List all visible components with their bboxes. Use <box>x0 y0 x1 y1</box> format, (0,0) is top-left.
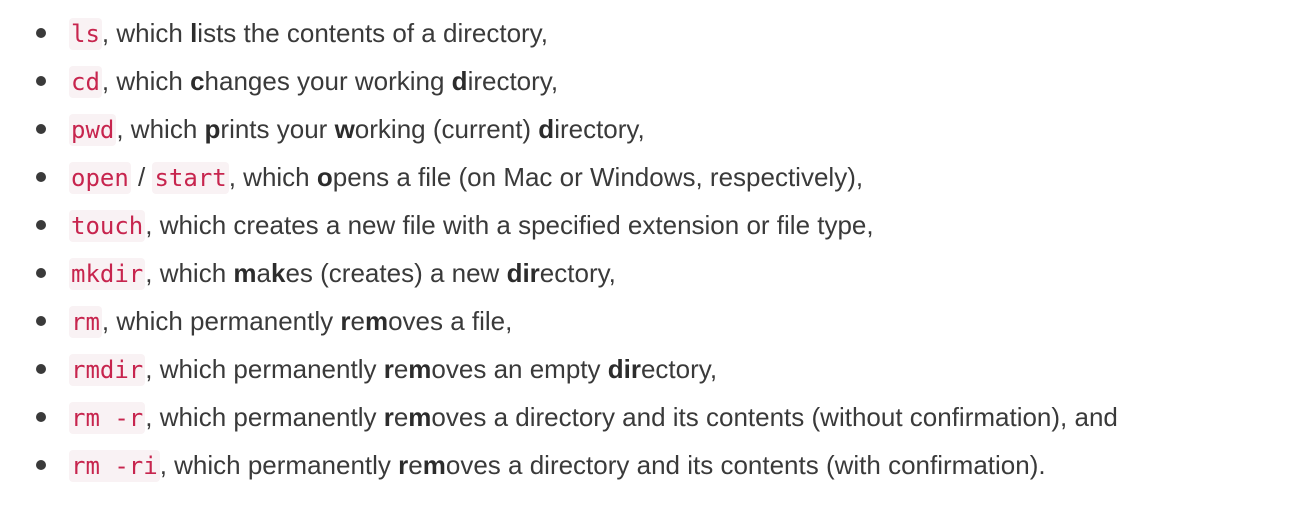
description-text: oves a directory and its contents (witho… <box>431 402 1118 432</box>
mnemonic-letters: o <box>316 162 333 192</box>
description-text: ists the contents of a directory, <box>197 18 548 48</box>
description-text: e <box>408 450 423 480</box>
description-text: ectory, <box>640 354 718 384</box>
description-text: oves a file, <box>388 306 513 336</box>
mnemonic-letters: c <box>190 66 205 96</box>
command-code: pwd <box>69 114 117 146</box>
bullet-icon <box>36 316 46 326</box>
mnemonic-letters: r <box>398 450 409 480</box>
command-code: rm -ri <box>69 450 160 482</box>
description-text: oves a directory and its contents (with … <box>445 450 1046 480</box>
description-text: , which creates a new file with a specif… <box>145 210 874 240</box>
command-code: cd <box>69 66 102 98</box>
description-text: a <box>256 258 271 288</box>
bullet-icon <box>36 460 46 470</box>
mnemonic-letters: r <box>383 402 394 432</box>
description-text: , which permanently <box>101 306 341 336</box>
mnemonic-letters: dir <box>607 354 641 384</box>
list-item: ls, which lists the contents of a direct… <box>0 9 1306 57</box>
mnemonic-letters: m <box>422 450 446 480</box>
bullet-icon <box>36 172 46 182</box>
mnemonic-letters: dir <box>506 258 540 288</box>
mnemonic-letters: m <box>408 354 432 384</box>
description-text: , which permanently <box>159 450 399 480</box>
list-item: touch, which creates a new file with a s… <box>0 201 1306 249</box>
command-separator: / <box>130 162 153 192</box>
mnemonic-letters: r <box>340 306 351 336</box>
description-text: , which <box>101 66 191 96</box>
command-code: rmdir <box>69 354 146 386</box>
mnemonic-letters: d <box>451 66 468 96</box>
bullet-icon <box>36 268 46 278</box>
description-text: irectory, <box>467 66 559 96</box>
list-item: cd, which changes your working directory… <box>0 57 1306 105</box>
bullet-icon <box>36 412 46 422</box>
mnemonic-letters: m <box>364 306 389 336</box>
command-code: open <box>69 162 131 194</box>
bullet-icon <box>36 124 46 134</box>
command-code: start <box>152 162 229 194</box>
description-text: hanges your working <box>204 66 452 96</box>
description-text: e <box>393 354 409 384</box>
description-text: , which <box>228 162 317 192</box>
description-text: , which <box>116 114 205 144</box>
mnemonic-letters: m <box>408 402 432 432</box>
description-text: irectory, <box>554 114 645 144</box>
description-text: , which <box>101 18 191 48</box>
description-text: pens a file (on Mac or Windows, respecti… <box>332 162 864 192</box>
mnemonic-letters: d <box>538 114 555 144</box>
bullet-icon <box>36 364 46 374</box>
description-text: es (creates) a new <box>285 258 507 288</box>
command-code: rm <box>69 306 102 338</box>
mnemonic-letters: r <box>383 354 394 384</box>
command-list: ls, which lists the contents of a direct… <box>0 0 1306 489</box>
description-text: rints your <box>220 114 335 144</box>
description-text: , which permanently <box>145 354 384 384</box>
list-item: rm, which permanently removes a file, <box>0 297 1306 345</box>
description-text: , which permanently <box>145 402 384 432</box>
mnemonic-letters: m <box>233 258 257 288</box>
bullet-icon <box>36 76 46 86</box>
command-code: touch <box>69 210 146 242</box>
description-text: e <box>350 306 365 336</box>
list-item: rmdir, which permanently removes an empt… <box>0 345 1306 393</box>
description-text: oves an empty <box>431 354 608 384</box>
mnemonic-letters: k <box>271 258 286 288</box>
description-text: e <box>393 402 409 432</box>
list-item: rm -r, which permanently removes a direc… <box>0 393 1306 441</box>
mnemonic-letters: p <box>204 114 221 144</box>
command-code: mkdir <box>69 258 146 290</box>
list-item: pwd, which prints your working (current)… <box>0 105 1306 153</box>
command-code: rm -r <box>69 402 146 434</box>
description-text: ectory, <box>539 258 616 288</box>
description-text: , which <box>145 258 234 288</box>
description-text: orking (current) <box>354 114 539 144</box>
command-code: ls <box>69 18 102 50</box>
list-item: rm -ri, which permanently removes a dire… <box>0 441 1306 489</box>
list-item: open / start, which opens a file (on Mac… <box>0 153 1306 201</box>
bullet-icon <box>36 220 46 230</box>
list-item: mkdir, which makes (creates) a new direc… <box>0 249 1306 297</box>
mnemonic-letters: w <box>334 114 355 144</box>
bullet-icon <box>36 28 46 38</box>
